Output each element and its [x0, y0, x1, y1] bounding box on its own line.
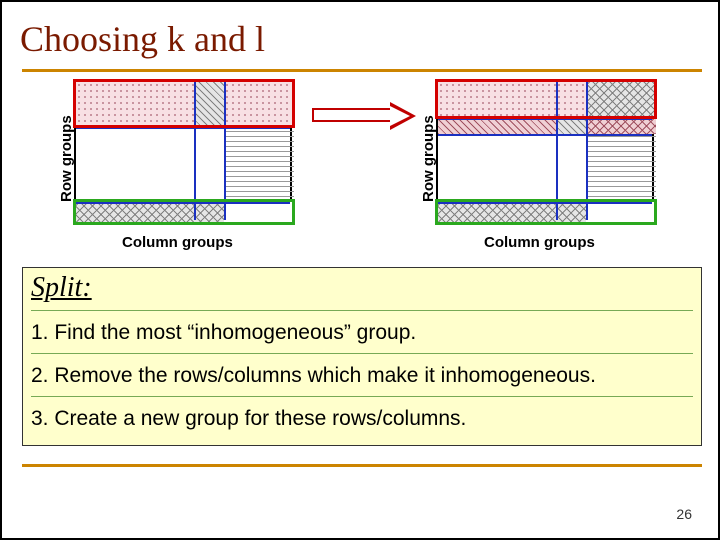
cell: [194, 127, 224, 202]
cell: [76, 127, 194, 202]
right-matrix: [436, 80, 654, 222]
slide: Choosing k and l: [0, 0, 720, 540]
slide-title: Choosing k and l: [20, 18, 265, 60]
row-divider: [438, 134, 652, 136]
highlight-green: [435, 199, 657, 225]
split-heading: Split:: [31, 272, 693, 304]
cell: [586, 118, 656, 134]
highlight-green: [73, 199, 295, 225]
cell: [586, 134, 656, 202]
row-groups-label-right: Row groups: [420, 115, 437, 202]
bottom-rule: [22, 464, 702, 467]
row-groups-label-left: Row groups: [58, 115, 75, 202]
highlight-red: [73, 79, 295, 128]
cell: [556, 134, 586, 202]
page-number: 26: [676, 506, 692, 522]
cell: [556, 118, 586, 134]
column-groups-label-left: Column groups: [122, 234, 233, 251]
column-groups-label-right: Column groups: [484, 234, 595, 251]
cell: [438, 134, 556, 202]
highlight-red: [435, 79, 657, 119]
arrow-icon: [312, 104, 416, 126]
split-step: 1. Find the most “inhomogeneous” group.: [31, 310, 693, 353]
split-step: 2. Remove the rows/columns which make it…: [31, 353, 693, 396]
split-textbox: Split: 1. Find the most “inhomogeneous” …: [22, 267, 702, 446]
cell: [224, 127, 294, 202]
left-matrix: [74, 80, 292, 222]
title-underline: [22, 69, 702, 72]
cell: [438, 118, 556, 134]
split-step: 3. Create a new group for these rows/col…: [31, 396, 693, 439]
